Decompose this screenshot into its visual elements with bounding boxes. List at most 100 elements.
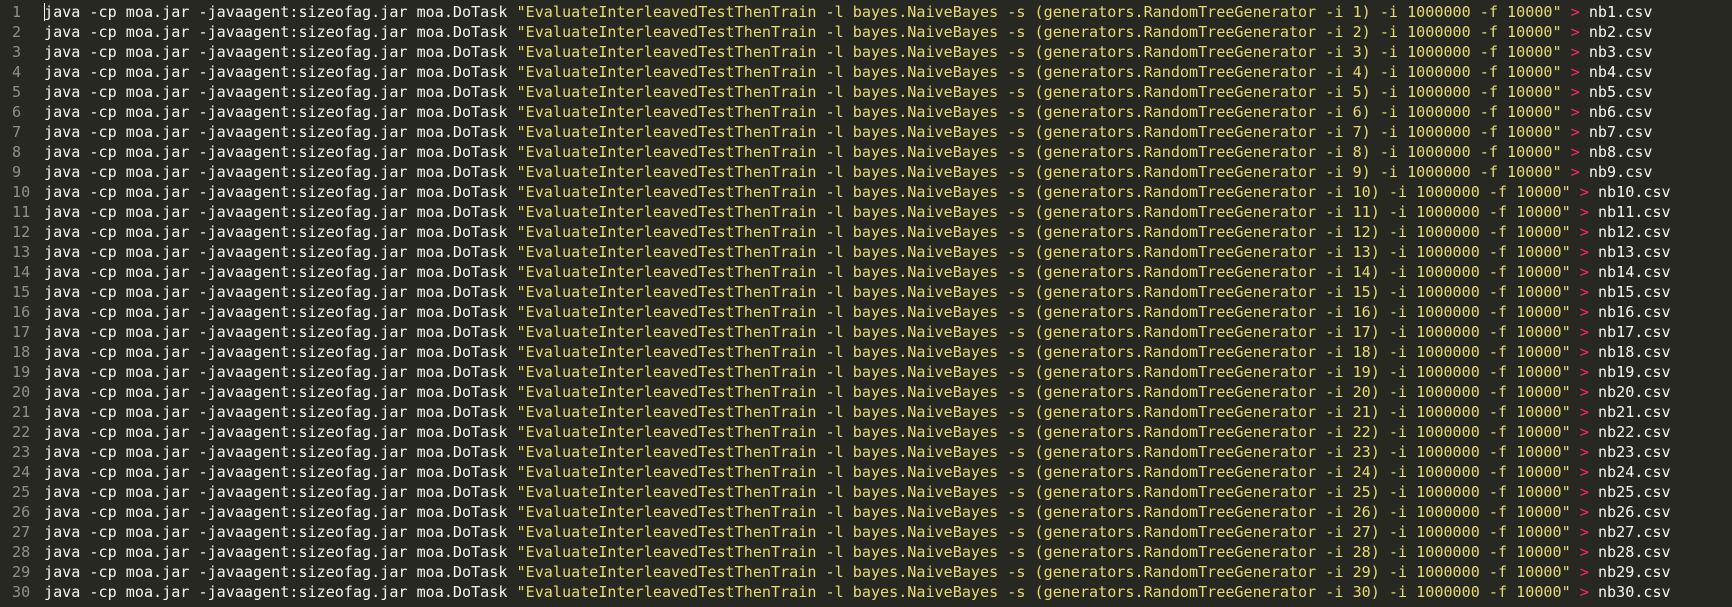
code-line[interactable]: 23 java -cp moa.jar -javaagent:sizeofag.j… [0, 442, 1732, 462]
code-line[interactable]: 27 java -cp moa.jar -javaagent:sizeofag.j… [0, 522, 1732, 542]
code-line[interactable]: 8 java -cp moa.jar -javaagent:sizeofag.ja… [0, 142, 1732, 162]
redirect-operator: > [1570, 203, 1598, 221]
code-text[interactable]: java -cp moa.jar -javaagent:sizeofag.jar… [44, 422, 1671, 442]
code-line[interactable]: 2 java -cp moa.jar -javaagent:sizeofag.ja… [0, 22, 1732, 42]
command-token: java -cp moa.jar -javaagent:sizeofag.jar… [44, 223, 517, 241]
string-token: "EvaluateInterleavedTestThenTrain -l bay… [516, 523, 1571, 541]
code-text[interactable]: java -cp moa.jar -javaagent:sizeofag.jar… [44, 62, 1652, 82]
command-token: java -cp moa.jar -javaagent:sizeofag.jar… [44, 383, 517, 401]
code-text[interactable]: java -cp moa.jar -javaagent:sizeofag.jar… [44, 222, 1671, 242]
line-number: 14 [0, 262, 44, 282]
code-line[interactable]: 15 java -cp moa.jar -javaagent:sizeofag.j… [0, 282, 1732, 302]
code-text[interactable]: java -cp moa.jar -javaagent:sizeofag.jar… [44, 142, 1652, 162]
code-text[interactable]: java -cp moa.jar -javaagent:sizeofag.jar… [44, 542, 1671, 562]
string-token: "EvaluateInterleavedTestThenTrain -l bay… [516, 163, 1562, 181]
code-line[interactable]: 17 java -cp moa.jar -javaagent:sizeofag.j… [0, 322, 1732, 342]
code-line[interactable]: 18 java -cp moa.jar -javaagent:sizeofag.j… [0, 342, 1732, 362]
code-text[interactable]: java -cp moa.jar -javaagent:sizeofag.jar… [44, 182, 1671, 202]
code-text[interactable]: java -cp moa.jar -javaagent:sizeofag.jar… [44, 122, 1652, 142]
redirect-operator: > [1570, 243, 1598, 261]
command-token: java -cp moa.jar -javaagent:sizeofag.jar… [44, 363, 517, 381]
code-text[interactable]: java -cp moa.jar -javaagent:sizeofag.jar… [44, 2, 1652, 22]
output-filename: nb28.csv [1597, 543, 1671, 561]
code-line[interactable]: 4 java -cp moa.jar -javaagent:sizeofag.ja… [0, 62, 1732, 82]
line-number: 19 [0, 362, 44, 382]
code-text[interactable]: java -cp moa.jar -javaagent:sizeofag.jar… [44, 582, 1671, 602]
code-line[interactable]: 25 java -cp moa.jar -javaagent:sizeofag.j… [0, 482, 1732, 502]
command-token: java -cp moa.jar -javaagent:sizeofag.jar… [44, 343, 517, 361]
command-token: java -cp moa.jar -javaagent:sizeofag.jar… [44, 503, 517, 521]
command-token: java -cp moa.jar -javaagent:sizeofag.jar… [44, 3, 517, 21]
code-line[interactable]: 11 java -cp moa.jar -javaagent:sizeofag.j… [0, 202, 1732, 222]
code-text[interactable]: java -cp moa.jar -javaagent:sizeofag.jar… [44, 342, 1671, 362]
command-token: java -cp moa.jar -javaagent:sizeofag.jar… [44, 143, 517, 161]
code-editor[interactable]: 1 java -cp moa.jar -javaagent:sizeofag.ja… [0, 0, 1732, 607]
code-text[interactable]: java -cp moa.jar -javaagent:sizeofag.jar… [44, 162, 1652, 182]
code-text[interactable]: java -cp moa.jar -javaagent:sizeofag.jar… [44, 282, 1671, 302]
code-text[interactable]: java -cp moa.jar -javaagent:sizeofag.jar… [44, 502, 1671, 522]
string-token: "EvaluateInterleavedTestThenTrain -l bay… [516, 43, 1562, 61]
code-line[interactable]: 21 java -cp moa.jar -javaagent:sizeofag.j… [0, 402, 1732, 422]
code-text[interactable]: java -cp moa.jar -javaagent:sizeofag.jar… [44, 302, 1671, 322]
redirect-operator: > [1570, 303, 1598, 321]
redirect-operator: > [1570, 563, 1598, 581]
code-line[interactable]: 29 java -cp moa.jar -javaagent:sizeofag.j… [0, 562, 1732, 582]
code-text[interactable]: java -cp moa.jar -javaagent:sizeofag.jar… [44, 22, 1652, 42]
line-number: 7 [0, 122, 44, 142]
command-token: java -cp moa.jar -javaagent:sizeofag.jar… [44, 203, 517, 221]
code-text[interactable]: java -cp moa.jar -javaagent:sizeofag.jar… [44, 382, 1671, 402]
output-filename: nb12.csv [1597, 223, 1671, 241]
line-number: 21 [0, 402, 44, 422]
code-line[interactable]: 28 java -cp moa.jar -javaagent:sizeofag.j… [0, 542, 1732, 562]
scrollbar[interactable] [1724, 0, 1732, 607]
line-number: 5 [0, 82, 44, 102]
code-line[interactable]: 26 java -cp moa.jar -javaagent:sizeofag.j… [0, 502, 1732, 522]
code-line[interactable]: 9 java -cp moa.jar -javaagent:sizeofag.ja… [0, 162, 1732, 182]
redirect-operator: > [1570, 403, 1598, 421]
code-line[interactable]: 6 java -cp moa.jar -javaagent:sizeofag.ja… [0, 102, 1732, 122]
code-line[interactable]: 20 java -cp moa.jar -javaagent:sizeofag.j… [0, 382, 1732, 402]
code-text[interactable]: java -cp moa.jar -javaagent:sizeofag.jar… [44, 262, 1671, 282]
code-text[interactable]: java -cp moa.jar -javaagent:sizeofag.jar… [44, 402, 1671, 422]
string-token: "EvaluateInterleavedTestThenTrain -l bay… [516, 363, 1571, 381]
code-line[interactable]: 10 java -cp moa.jar -javaagent:sizeofag.j… [0, 182, 1732, 202]
code-line[interactable]: 13 java -cp moa.jar -javaagent:sizeofag.j… [0, 242, 1732, 262]
output-filename: nb24.csv [1597, 463, 1671, 481]
redirect-operator: > [1561, 163, 1589, 181]
code-line[interactable]: 3 java -cp moa.jar -javaagent:sizeofag.ja… [0, 42, 1732, 62]
string-token: "EvaluateInterleavedTestThenTrain -l bay… [516, 223, 1571, 241]
string-token: "EvaluateInterleavedTestThenTrain -l bay… [516, 583, 1571, 601]
code-text[interactable]: java -cp moa.jar -javaagent:sizeofag.jar… [44, 522, 1671, 542]
code-text[interactable]: java -cp moa.jar -javaagent:sizeofag.jar… [44, 482, 1671, 502]
command-token: java -cp moa.jar -javaagent:sizeofag.jar… [44, 543, 517, 561]
code-text[interactable]: java -cp moa.jar -javaagent:sizeofag.jar… [44, 42, 1652, 62]
redirect-operator: > [1570, 523, 1598, 541]
code-line[interactable]: 19 java -cp moa.jar -javaagent:sizeofag.j… [0, 362, 1732, 382]
code-line[interactable]: 24 java -cp moa.jar -javaagent:sizeofag.j… [0, 462, 1732, 482]
code-line[interactable]: 22 java -cp moa.jar -javaagent:sizeofag.j… [0, 422, 1732, 442]
line-number: 1 [0, 2, 44, 22]
code-line[interactable]: 30 java -cp moa.jar -javaagent:sizeofag.j… [0, 582, 1732, 602]
line-number: 8 [0, 142, 44, 162]
line-number: 30 [0, 582, 44, 602]
code-line[interactable]: 5 java -cp moa.jar -javaagent:sizeofag.ja… [0, 82, 1732, 102]
code-line[interactable]: 14 java -cp moa.jar -javaagent:sizeofag.j… [0, 262, 1732, 282]
code-line[interactable]: 7 java -cp moa.jar -javaagent:sizeofag.ja… [0, 122, 1732, 142]
code-text[interactable]: java -cp moa.jar -javaagent:sizeofag.jar… [44, 202, 1671, 222]
string-token: "EvaluateInterleavedTestThenTrain -l bay… [516, 503, 1571, 521]
code-line[interactable]: 1 java -cp moa.jar -javaagent:sizeofag.ja… [0, 2, 1732, 22]
code-text[interactable]: java -cp moa.jar -javaagent:sizeofag.jar… [44, 462, 1671, 482]
code-text[interactable]: java -cp moa.jar -javaagent:sizeofag.jar… [44, 322, 1671, 342]
code-line[interactable]: 12 java -cp moa.jar -javaagent:sizeofag.j… [0, 222, 1732, 242]
code-text[interactable]: java -cp moa.jar -javaagent:sizeofag.jar… [44, 102, 1652, 122]
redirect-operator: > [1570, 283, 1598, 301]
command-token: java -cp moa.jar -javaagent:sizeofag.jar… [44, 83, 517, 101]
code-text[interactable]: java -cp moa.jar -javaagent:sizeofag.jar… [44, 82, 1652, 102]
code-text[interactable]: java -cp moa.jar -javaagent:sizeofag.jar… [44, 242, 1671, 262]
code-text[interactable]: java -cp moa.jar -javaagent:sizeofag.jar… [44, 362, 1671, 382]
command-token: java -cp moa.jar -javaagent:sizeofag.jar… [44, 583, 517, 601]
code-line[interactable]: 16 java -cp moa.jar -javaagent:sizeofag.j… [0, 302, 1732, 322]
line-number: 29 [0, 562, 44, 582]
code-text[interactable]: java -cp moa.jar -javaagent:sizeofag.jar… [44, 562, 1671, 582]
code-text[interactable]: java -cp moa.jar -javaagent:sizeofag.jar… [44, 442, 1671, 462]
